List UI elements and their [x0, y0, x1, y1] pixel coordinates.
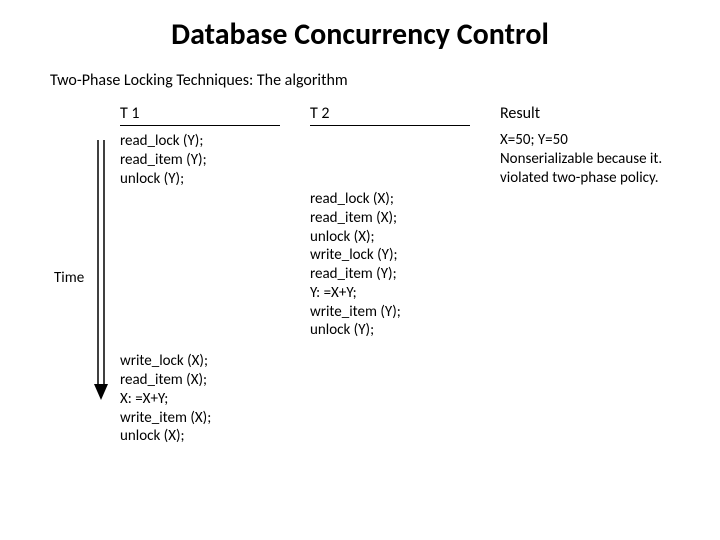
t1-ops-block2: write_lock (X); read_item (X); X: =X+Y; … [120, 352, 280, 446]
subtitle: Two-Phase Locking Techniques: The algori… [50, 71, 700, 90]
column-result: Result X=50; Y=50 Nonserializable becaus… [500, 104, 710, 187]
t2-header: T 2 [310, 104, 470, 126]
page-title: Database Concurrency Control [20, 16, 700, 53]
column-t2: T 2 read_lock (X); read_item (X); unlock… [310, 104, 470, 340]
t1-header: T 1 [120, 104, 280, 126]
time-axis-label: Time [54, 269, 84, 287]
slide: Database Concurrency Control Two-Phase L… [0, 0, 720, 540]
column-t1: T 1 read_lock (Y); read_item (Y); unlock… [120, 104, 280, 446]
t1-ops-block1: read_lock (Y); read_item (Y); unlock (Y)… [120, 132, 280, 188]
result-header: Result [500, 104, 710, 125]
time-arrow-icon [94, 140, 110, 400]
result-text: X=50; Y=50 Nonserializable because it. v… [500, 131, 710, 187]
t2-ops-block1: read_lock (X); read_item (X); unlock (X)… [310, 190, 470, 340]
